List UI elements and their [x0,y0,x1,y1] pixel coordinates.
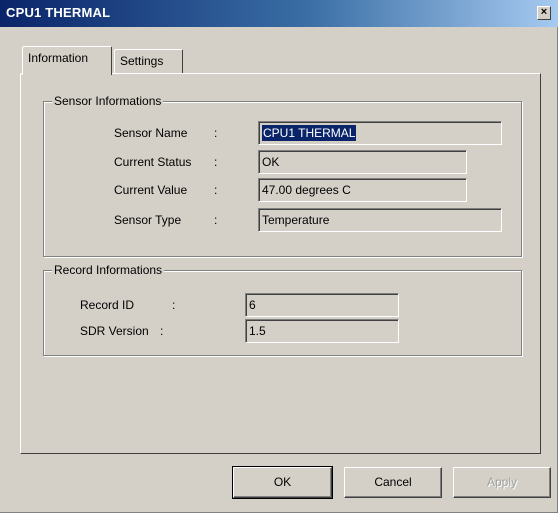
current-value-value: 47.00 degrees C [262,183,351,197]
record-id-value: 6 [249,298,256,312]
cancel-button[interactable]: Cancel [344,467,442,498]
current-value-colon: : [214,183,218,197]
tab-settings-label: Settings [120,54,164,68]
close-icon[interactable]: × [537,6,551,20]
tab-settings[interactable]: Settings [114,49,183,73]
title-bar[interactable]: CPU1 THERMAL × [0,0,558,27]
sensor-name-field[interactable]: CPU1 THERMAL [258,121,502,145]
sdr-version-colon: : [160,324,164,338]
ok-button[interactable]: OK [232,466,333,499]
current-status-value: OK [262,155,280,169]
current-status-colon: : [214,155,218,169]
sensor-name-colon: : [214,126,218,140]
current-value-field[interactable]: 47.00 degrees C [258,178,467,202]
sensor-type-value: Temperature [262,213,330,227]
record-group-title: Record Informations [52,263,165,277]
sensor-name-label: Sensor Name [114,126,188,140]
tab-information[interactable]: Information [22,46,112,75]
record-id-label: Record ID [80,298,135,312]
record-id-field[interactable]: 6 [245,293,399,317]
sensor-name-value: CPU1 THERMAL [262,125,357,141]
record-informations-group: Record Informations Record ID : 6 SDR Ve… [43,263,522,356]
sdr-version-field[interactable]: 1.5 [245,319,399,343]
current-value-label: Current Value [114,183,188,197]
sensor-informations-group: Sensor Informations Sensor Name : CPU1 T… [43,94,522,257]
current-status-field[interactable]: OK [258,150,467,174]
dialog-window: CPU1 THERMAL × Information Settings Sens… [0,0,558,513]
sdr-version-value: 1.5 [249,324,266,338]
sensor-type-colon: : [214,213,218,227]
apply-button[interactable]: Apply [453,467,551,498]
sdr-version-label: SDR Version [80,324,149,338]
window-title: CPU1 THERMAL [6,5,111,20]
tab-information-label: Information [28,51,89,65]
sensor-group-title: Sensor Informations [52,94,164,108]
sensor-type-label: Sensor Type [114,213,182,227]
record-id-colon: : [172,298,176,312]
current-status-label: Current Status [114,155,192,169]
tab-panel-information: Sensor Informations Sensor Name : CPU1 T… [20,73,541,454]
sensor-type-field[interactable]: Temperature [258,208,502,232]
